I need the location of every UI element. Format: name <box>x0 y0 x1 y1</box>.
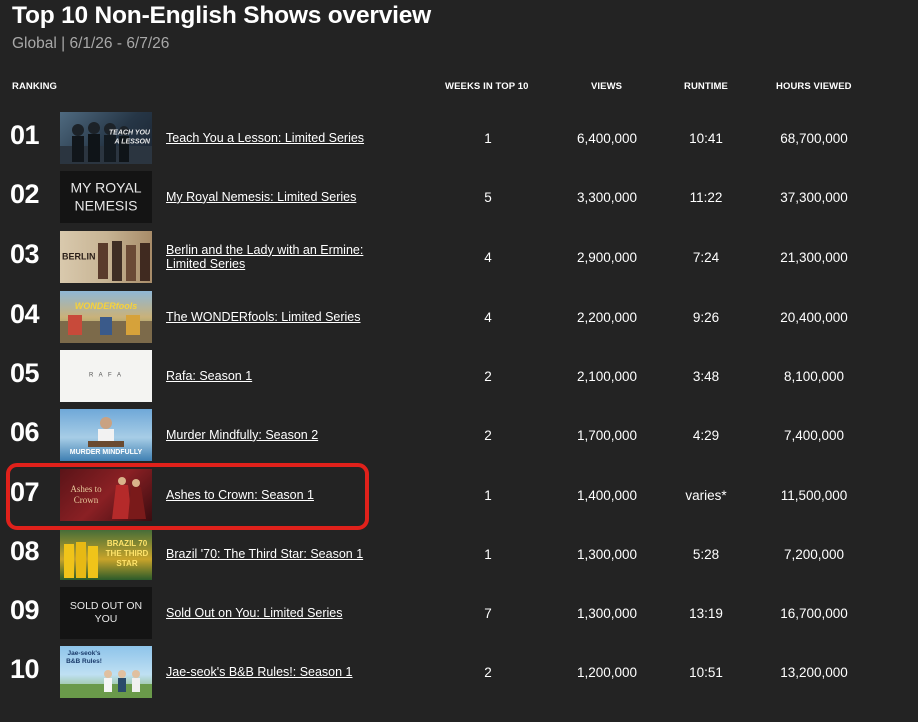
show-thumbnail[interactable]: SOLD OUT ON YOU <box>60 587 152 639</box>
weeks-in-top10: 4 <box>484 249 492 265</box>
thumbnail-title: MY ROYAL NEMESIS <box>70 179 142 214</box>
views-value: 6,400,000 <box>576 130 638 146</box>
hours-viewed-value: 68,700,000 <box>780 130 848 146</box>
show-title-link[interactable]: My Royal Nemesis: Limited Series <box>166 169 396 225</box>
show-title-link[interactable]: Brazil '70: The Third Star: Season 1 <box>166 526 396 582</box>
table-row: 05 R A F A Rafa: Season 1 2 2,100,000 3:… <box>0 348 918 408</box>
thumbnail-title: Ashes to Crown <box>70 483 102 505</box>
table-row: 10 Jae-seok's B&B Rules! Jae-seok's B&B … <box>0 644 918 704</box>
show-thumbnail[interactable]: WONDERfools <box>60 291 152 343</box>
rank-number: 09 <box>10 595 40 625</box>
runtime-value: 3:48 <box>692 368 720 384</box>
views-value: 1,300,000 <box>576 546 638 562</box>
rank-number: 06 <box>10 417 40 447</box>
views-value: 1,400,000 <box>576 487 638 503</box>
column-header-views: VIEWS <box>591 81 623 92</box>
thumbnail-title: MURDER MINDFULLY <box>69 449 143 456</box>
weeks-in-top10: 1 <box>484 487 492 503</box>
table-row: 07 Ashes to Crown Ashes to Crown: Season… <box>0 467 918 527</box>
column-header-weeks: WEEKS IN TOP 10 <box>445 81 529 92</box>
runtime-value: varies* <box>685 487 727 503</box>
rank-number: 03 <box>10 239 40 269</box>
weeks-in-top10: 2 <box>484 368 492 384</box>
weeks-in-top10: 4 <box>484 309 492 325</box>
show-thumbnail[interactable]: MY ROYAL NEMESIS <box>60 171 152 223</box>
show-thumbnail[interactable]: R A F A <box>60 350 152 402</box>
rank-number: 10 <box>10 654 40 684</box>
table-row: 04 WONDERfools The WONDERfools: Limited … <box>0 289 918 349</box>
thumbnail-title: BERLIN <box>62 251 96 262</box>
hours-viewed-value: 7,200,000 <box>783 546 845 562</box>
hours-viewed-value: 13,200,000 <box>780 664 848 680</box>
table-row: 03 BERLIN Berlin and the Lady with an Er… <box>0 229 918 289</box>
thumbnail-title: BRAZIL 70 THE THIRD STAR <box>105 539 149 568</box>
runtime-value: 10:41 <box>689 130 723 146</box>
column-header-hours: HOURS VIEWED <box>776 81 852 92</box>
rank-number: 02 <box>10 179 40 209</box>
show-title-link[interactable]: Murder Mindfully: Season 2 <box>166 407 396 463</box>
show-title-link[interactable]: Berlin and the Lady with an Ermine: Limi… <box>166 229 396 285</box>
show-thumbnail[interactable]: BERLIN <box>60 231 152 283</box>
runtime-value: 13:19 <box>689 605 723 621</box>
weeks-in-top10: 2 <box>484 427 492 443</box>
hours-viewed-value: 16,700,000 <box>780 605 848 621</box>
page-title: Top 10 Non-English Shows overview <box>12 2 432 29</box>
show-title-link[interactable]: Rafa: Season 1 <box>166 348 396 404</box>
hours-viewed-value: 7,400,000 <box>783 427 845 443</box>
rank-number: 01 <box>10 120 40 150</box>
show-thumbnail[interactable]: Ashes to Crown <box>60 469 152 521</box>
rank-number: 04 <box>10 299 40 329</box>
views-value: 2,900,000 <box>576 249 638 265</box>
show-thumbnail[interactable]: MURDER MINDFULLY <box>60 409 152 461</box>
runtime-value: 7:24 <box>692 249 720 265</box>
hours-viewed-value: 21,300,000 <box>780 249 848 265</box>
show-title-link[interactable]: Teach You a Lesson: Limited Series <box>166 110 396 166</box>
runtime-value: 10:51 <box>689 664 723 680</box>
table-row: 01 TEACH YOU A LESSON Teach You a Lesson… <box>0 110 918 170</box>
hours-viewed-value: 11,500,000 <box>780 487 848 503</box>
table-row: 08 BRAZIL 70 THE THIRD STAR Brazil '70: … <box>0 526 918 586</box>
show-thumbnail[interactable]: TEACH YOU A LESSON <box>60 112 152 164</box>
rank-number: 07 <box>10 477 40 507</box>
rank-number: 05 <box>10 358 40 388</box>
views-value: 1,700,000 <box>576 427 638 443</box>
table-row: 02 MY ROYAL NEMESIS My Royal Nemesis: Li… <box>0 169 918 229</box>
show-title-link[interactable]: The WONDERfools: Limited Series <box>166 289 396 345</box>
column-header-runtime: RUNTIME <box>684 81 728 92</box>
hours-viewed-value: 20,400,000 <box>780 309 848 325</box>
thumbnail-title: WONDERfools <box>74 301 138 311</box>
views-value: 2,200,000 <box>576 309 638 325</box>
rank-number: 08 <box>10 536 40 566</box>
runtime-value: 9:26 <box>692 309 720 325</box>
hours-viewed-value: 37,300,000 <box>780 189 848 205</box>
weeks-in-top10: 1 <box>484 130 492 146</box>
weeks-in-top10: 2 <box>484 664 492 680</box>
show-title-link[interactable]: Sold Out on You: Limited Series <box>166 585 396 641</box>
weeks-in-top10: 7 <box>484 605 492 621</box>
show-title-link[interactable]: Jae-seok's B&B Rules!: Season 1 <box>166 644 396 700</box>
weeks-in-top10: 5 <box>484 189 492 205</box>
column-header-ranking: RANKING <box>12 81 58 92</box>
hours-viewed-value: 8,100,000 <box>783 368 845 384</box>
show-thumbnail[interactable]: BRAZIL 70 THE THIRD STAR <box>60 528 152 580</box>
runtime-value: 4:29 <box>692 427 720 443</box>
weeks-in-top10: 1 <box>484 546 492 562</box>
thumbnail-art <box>60 315 152 343</box>
views-value: 1,300,000 <box>576 605 638 621</box>
views-value: 1,200,000 <box>576 664 638 680</box>
thumbnail-title: R A F A <box>88 372 123 379</box>
views-value: 3,300,000 <box>576 189 638 205</box>
table-row: 06 MURDER MINDFULLY Murder Mindfully: Se… <box>0 407 918 467</box>
page-subtitle: Global | 6/1/26 - 6/7/26 <box>12 35 170 52</box>
thumbnail-title: TEACH YOU A LESSON <box>108 129 150 145</box>
thumbnail-title: SOLD OUT ON YOU <box>69 599 143 625</box>
runtime-value: 5:28 <box>692 546 720 562</box>
runtime-value: 11:22 <box>689 189 723 205</box>
show-title-link[interactable]: Ashes to Crown: Season 1 <box>166 467 396 523</box>
show-thumbnail[interactable]: Jae-seok's B&B Rules! <box>60 646 152 698</box>
thumbnail-title: Jae-seok's B&B Rules! <box>66 650 102 666</box>
table-row: 09 SOLD OUT ON YOU Sold Out on You: Limi… <box>0 585 918 645</box>
views-value: 2,100,000 <box>576 368 638 384</box>
